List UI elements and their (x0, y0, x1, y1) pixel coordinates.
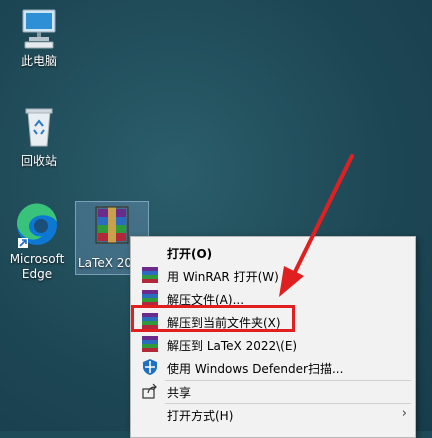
menu-item-open[interactable]: 打开(O) (131, 241, 415, 263)
desktop-icon-label: Microsoft Edge (9, 252, 65, 281)
desktop-icon-edge[interactable]: Microsoft Edge (2, 200, 72, 282)
chevron-right-icon: › (401, 406, 407, 421)
desktop-icon-label: 回收站 (20, 154, 57, 168)
menu-item-label: 解压到 LaTeX 2022\(E) (167, 339, 298, 353)
recycle-bin-icon (25, 108, 53, 147)
share-icon (139, 380, 161, 402)
menu-item-open-with[interactable]: 打开方式(H) › (131, 403, 415, 425)
menu-item-defender-scan[interactable]: 使用 Windows Defender扫描... (131, 356, 415, 378)
computer-icon (22, 9, 56, 49)
defender-shield-icon (139, 356, 161, 378)
edge-icon (16, 203, 57, 248)
context-menu: 打开(O) 用 WinRAR 打开(W) 解压文件(A)... 解压到当前文件夹… (130, 236, 416, 438)
menu-item-extract-to-folder[interactable]: 解压到 LaTeX 2022\(E) (131, 333, 415, 355)
desktop-icon-recycle-bin[interactable]: 回收站 (4, 104, 74, 169)
menu-item-open-with-winrar[interactable]: 用 WinRAR 打开(W) (131, 264, 415, 286)
menu-item-label: 打开(O) (167, 247, 213, 261)
winrar-icon (139, 333, 161, 355)
winrar-icon (139, 264, 161, 286)
menu-item-label: 共享 (167, 386, 192, 400)
desktop-icon-this-pc[interactable]: 此电脑 (4, 6, 74, 69)
annotation-highlight-box (131, 305, 295, 332)
menu-item-share[interactable]: 共享 (131, 380, 415, 402)
menu-item-label: 用 WinRAR 打开(W) (167, 270, 279, 284)
menu-item-label: 打开方式(H) (167, 409, 234, 423)
winrar-archive-icon (95, 206, 129, 244)
menu-item-label: 使用 Windows Defender扫描... (167, 362, 344, 376)
desktop-icon-label: 此电脑 (20, 54, 57, 68)
